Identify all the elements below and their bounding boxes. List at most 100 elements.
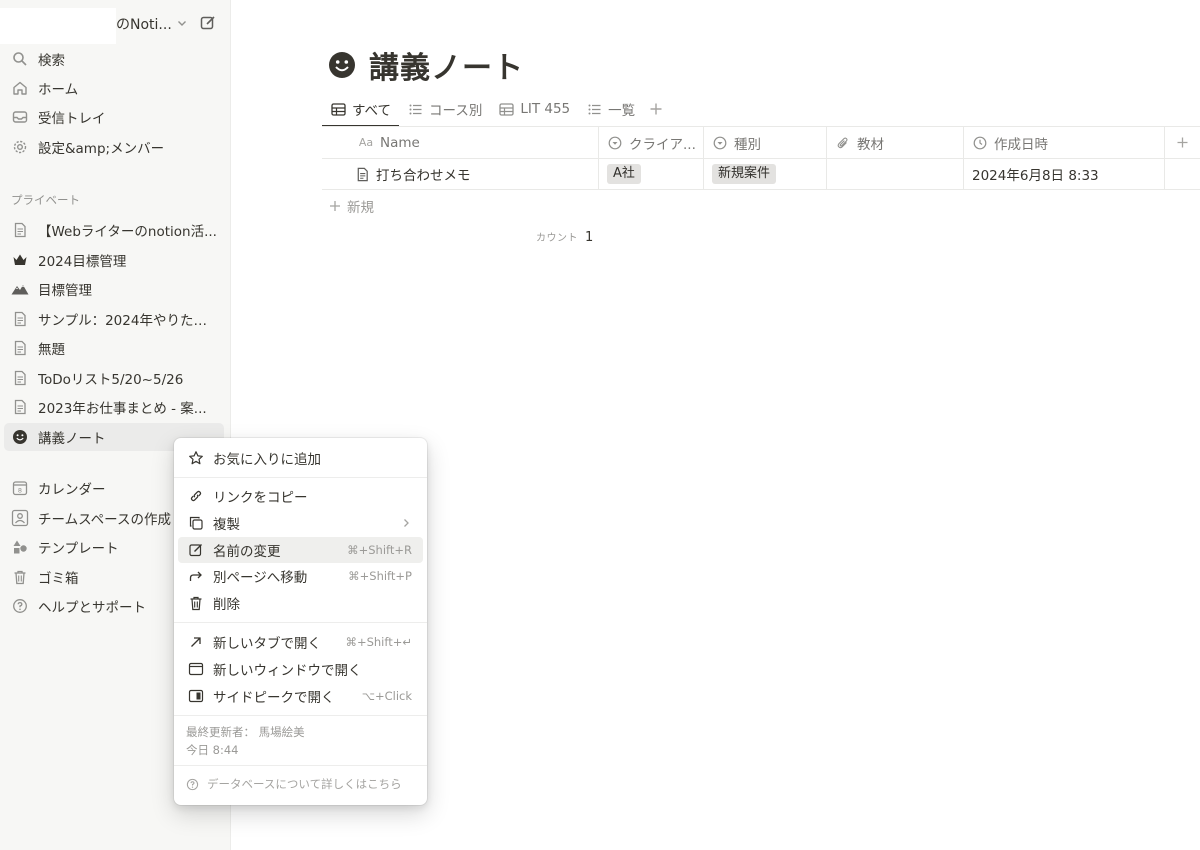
list-icon <box>586 101 602 117</box>
tab-all[interactable]: すべて <box>322 92 400 127</box>
column-header-material[interactable]: 教材 <box>827 127 964 158</box>
add-view-button[interactable] <box>643 96 669 122</box>
tab-list[interactable]: 一覧 <box>578 92 643 126</box>
sidebar-item-inbox[interactable]: 受信トレイ <box>4 103 224 131</box>
smiley-icon[interactable] <box>328 51 356 79</box>
menu-item-open-new-window[interactable]: 新しいウィンドウで開く <box>178 656 423 682</box>
count-summary[interactable]: カウント 1 <box>536 229 593 245</box>
link-icon <box>188 488 204 504</box>
last-edited-time: 今日 8:44 <box>186 743 239 757</box>
cell-name[interactable]: 打ち合わせメモ <box>322 159 599 189</box>
add-property-button[interactable] <box>1165 127 1200 158</box>
tab-label: すべて <box>352 103 392 119</box>
column-label: Name <box>380 134 420 151</box>
sidebar-item-label: ゴミ箱 <box>38 571 79 587</box>
help-icon <box>186 778 199 791</box>
menu-divider <box>174 477 427 478</box>
rename-icon <box>188 542 204 558</box>
menu-divider <box>174 765 427 766</box>
type-tag: 新規案件 <box>712 164 777 184</box>
column-header-client[interactable]: クライア... <box>599 127 704 158</box>
client-tag: A社 <box>607 164 641 184</box>
sidebar-item-label: 講義ノート <box>38 431 106 447</box>
created-value: 2024年6月8日 8:33 <box>972 168 1099 184</box>
table-icon <box>330 101 346 117</box>
calendar-icon: 8 <box>11 479 29 497</box>
new-page-icon[interactable] <box>199 14 217 32</box>
table-row[interactable]: 打ち合わせメモ A社 新規案件 2024年6月8日 8:33 <box>322 159 1200 190</box>
cell-created[interactable]: 2024年6月8日 8:33 <box>964 159 1165 189</box>
sidebar-page[interactable]: 【Webライターのnotion活... <box>4 216 224 244</box>
new-row-button[interactable]: 新規 <box>322 192 374 220</box>
duplicate-icon <box>188 515 204 531</box>
plus-icon <box>329 200 341 212</box>
aa-icon: Aa <box>358 136 374 149</box>
workspace-switcher[interactable]: のNoti... <box>0 6 231 44</box>
sidebar-page[interactable]: 2023年お仕事まとめ - 案... <box>4 393 224 421</box>
cell-material[interactable] <box>827 159 964 189</box>
sidebar-item-settings[interactable]: 設定&amp;メンバー <box>4 133 224 161</box>
sidebar-item-search[interactable]: 検索 <box>4 45 224 73</box>
page-title[interactable]: 講義ノート <box>369 43 524 87</box>
shortcut-hint: ⌘+Shift+P <box>348 569 412 583</box>
chevron-right-icon <box>401 518 411 528</box>
page-header: 講義ノート <box>328 43 524 87</box>
column-header-name[interactable]: Aa Name <box>322 127 599 158</box>
view-tabs: すべて コース別 LIT 455 一覧 <box>322 92 669 127</box>
cell-client[interactable]: A社 <box>599 159 704 189</box>
tab-label: コース別 <box>429 103 483 119</box>
column-label: 作成日時 <box>994 136 1048 153</box>
list-icon <box>407 101 423 117</box>
sidebar-page[interactable]: 目標管理 <box>4 275 224 303</box>
trash-icon <box>11 568 29 586</box>
table-header: Aa Name クライア... 種別 教材 作成日時 <box>322 127 1200 159</box>
section-label-private: プライベート <box>11 193 80 207</box>
search-icon <box>11 50 29 68</box>
column-header-type[interactable]: 種別 <box>704 127 827 158</box>
menu-item-duplicate[interactable]: 複製 <box>178 510 423 536</box>
cell-type[interactable]: 新規案件 <box>704 159 827 189</box>
sidebar-page[interactable]: 2024目標管理 <box>4 246 224 274</box>
workspace-name: のNoti... <box>116 17 172 33</box>
menu-item-delete[interactable]: 削除 <box>178 590 423 616</box>
table-icon <box>498 101 514 117</box>
menu-item-move[interactable]: 別ページへ移動 ⌘+Shift+P <box>178 563 423 589</box>
tab-lit-455[interactable]: LIT 455 <box>490 92 578 126</box>
menu-item-add-favorite[interactable]: お気に入りに追加 <box>178 445 423 471</box>
trash-icon <box>188 595 204 611</box>
sidebar-page[interactable]: ToDoリスト5/20~5/26 <box>4 364 224 392</box>
home-icon <box>11 79 29 97</box>
menu-item-open-side-peek[interactable]: サイドピークで開く ⌥+Click <box>178 683 423 709</box>
crown-icon <box>11 251 29 269</box>
menu-item-rename[interactable]: 名前の変更 ⌘+Shift+R <box>178 537 423 563</box>
sidebar-item-home[interactable]: ホーム <box>4 74 224 102</box>
page-icon <box>11 339 29 357</box>
shortcut-hint: ⌥+Click <box>361 689 412 703</box>
menu-item-copy-link[interactable]: リンクをコピー <box>178 483 423 509</box>
arrow-up-right-icon <box>188 634 204 650</box>
gear-icon <box>11 138 29 156</box>
sidebar-item-label: ヘルプとサポート <box>38 600 146 616</box>
star-icon <box>188 450 204 466</box>
menu-item-label: リンクをコピー <box>213 490 308 506</box>
database-help-link[interactable]: データベースについて詳しくはこちら <box>186 776 402 792</box>
menu-item-open-new-tab[interactable]: 新しいタブで開く ⌘+Shift+↵ <box>178 629 423 655</box>
page-icon <box>354 166 370 182</box>
teamspace-icon <box>11 509 29 527</box>
column-header-created[interactable]: 作成日時 <box>964 127 1165 158</box>
shortcut-hint: ⌘+Shift+↵ <box>345 635 412 649</box>
new-row-label: 新規 <box>347 200 374 216</box>
clock-icon <box>972 135 988 151</box>
sidebar-item-label: 検索 <box>38 53 65 69</box>
chevron-down-icon[interactable] <box>176 17 188 29</box>
sidebar-page[interactable]: 無題 <box>4 334 224 362</box>
menu-divider <box>174 715 427 716</box>
sidebar-item-label: 受信トレイ <box>38 111 106 127</box>
sidebar-page[interactable]: サンプル：2024年やりたい... <box>4 305 224 333</box>
tab-by-course[interactable]: コース別 <box>399 92 490 126</box>
row-title: 打ち合わせメモ <box>376 168 471 184</box>
page-icon <box>11 310 29 328</box>
tab-label: 一覧 <box>608 103 636 119</box>
tab-label: LIT 455 <box>520 101 571 117</box>
sidebar-item-label: カレンダー <box>38 482 106 498</box>
